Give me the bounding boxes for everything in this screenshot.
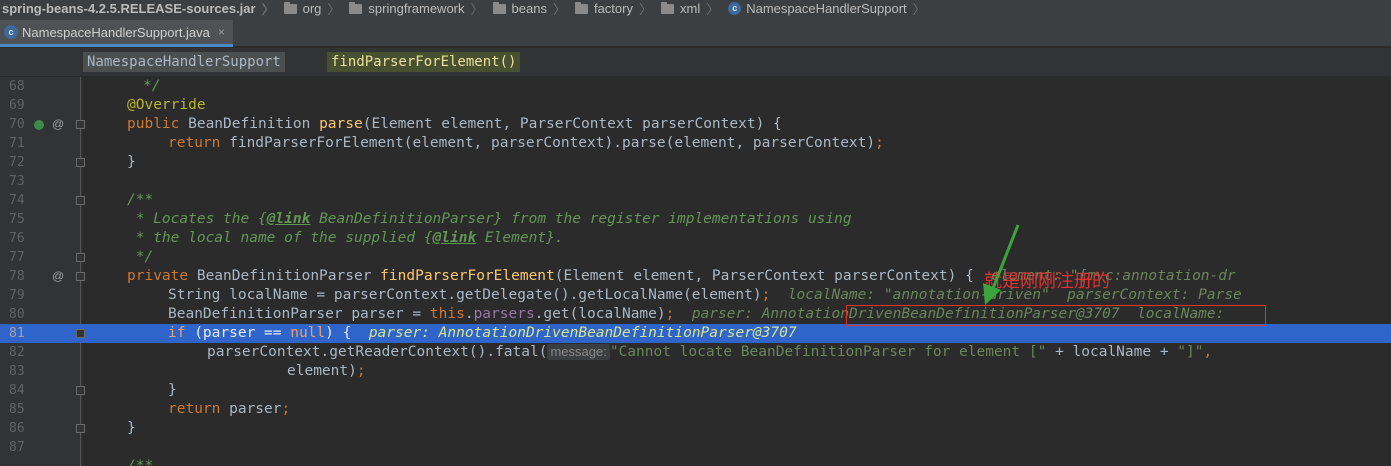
- tab-namespacehandlersupport[interactable]: c NamespaceHandlerSupport.java ×: [0, 20, 233, 47]
- breadcrumb-class[interactable]: c NamespaceHandlerSupport 〉: [724, 0, 930, 17]
- structure-method[interactable]: findParserForElement(): [327, 52, 521, 72]
- annotation-arrow: [983, 224, 1020, 305]
- breadcrumb-xml[interactable]: xml 〉: [657, 0, 724, 17]
- breadcrumb-label: org: [302, 1, 322, 16]
- arrow-shaft: [990, 224, 1020, 292]
- breadcrumb-jar[interactable]: spring-beans-4.2.5.RELEASE-sources.jar 〉: [0, 0, 280, 17]
- breadcrumb-jar-label: spring-beans-4.2.5.RELEASE-sources.jar: [2, 1, 256, 16]
- editor-tab-bar: c NamespaceHandlerSupport.java ×: [0, 17, 1391, 47]
- tab-label: NamespaceHandlerSupport.java: [22, 24, 210, 40]
- breadcrumb-label: springframework: [368, 1, 465, 16]
- breadcrumb-label: xml: [680, 1, 701, 16]
- folder-icon: [661, 1, 674, 14]
- breadcrumb-label: NamespaceHandlerSupport: [746, 1, 907, 16]
- arrow-head: [983, 283, 1001, 305]
- class-icon: c: [4, 25, 18, 39]
- structure-class[interactable]: NamespaceHandlerSupport: [83, 52, 285, 72]
- breadcrumb-label: beans: [511, 1, 547, 16]
- class-icon: c: [728, 2, 742, 15]
- breadcrumb-beans[interactable]: beans 〉: [489, 0, 571, 17]
- structure-breadcrumb: NamespaceHandlerSupport findParserForEle…: [0, 48, 1391, 76]
- breadcrumb-org[interactable]: org 〉: [280, 0, 346, 17]
- breadcrumb-label: factory: [593, 1, 633, 16]
- folder-icon: [492, 1, 506, 14]
- code-editor[interactable]: 68 */ 69 @Override 70 public BeanDefinit…: [0, 77, 1391, 466]
- folder-icon: [283, 1, 297, 14]
- navigation-breadcrumb: spring-beans-4.2.5.RELEASE-sources.jar 〉 …: [0, 0, 1391, 17]
- breadcrumb-factory[interactable]: factory 〉: [571, 0, 657, 17]
- breadcrumb-springframework[interactable]: springframework 〉: [345, 0, 488, 17]
- folder-icon: [574, 1, 588, 14]
- folder-icon: [349, 1, 363, 14]
- close-icon[interactable]: ×: [218, 25, 225, 39]
